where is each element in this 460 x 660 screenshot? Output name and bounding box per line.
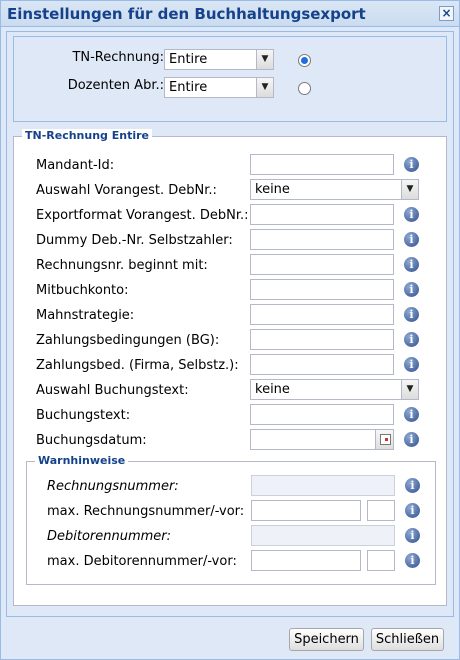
- auswahl-buchungstext-value: keine: [255, 382, 290, 397]
- save-button[interactable]: Speichern: [289, 628, 364, 651]
- tn-rechnung-select[interactable]: Entire ▼: [164, 49, 274, 70]
- warnhinweise-fieldset: Warnhinweise Rechnungsnummer: i max. Rec…: [26, 454, 436, 585]
- buchungsdatum-input[interactable]: [250, 429, 394, 450]
- rechnungsnr-input[interactable]: [250, 254, 394, 275]
- info-icon[interactable]: i: [404, 232, 419, 247]
- dummy-debnr-label: Dummy Deb.-Nr. Selbstzahler:: [36, 233, 233, 248]
- auswahl-buchungstext-label: Auswahl Buchungstext:: [36, 383, 189, 398]
- calendar-icon[interactable]: [375, 430, 393, 449]
- info-icon[interactable]: i: [404, 157, 419, 172]
- warnhinweise-legend: Warnhinweise: [35, 454, 129, 467]
- tn-rechnung-legend: TN-Rechnung Entire: [22, 129, 153, 142]
- info-icon[interactable]: i: [404, 332, 419, 347]
- buchungstext-input[interactable]: [250, 404, 394, 425]
- info-icon[interactable]: i: [404, 307, 419, 322]
- exportformat-label: Exportformat Vorangest. DebNr.:: [36, 208, 249, 223]
- chevron-down-icon[interactable]: ▼: [401, 180, 418, 199]
- dozenten-abr-select-value: Entire: [169, 80, 208, 95]
- info-icon[interactable]: i: [404, 207, 419, 222]
- mitbuchkonto-input[interactable]: [250, 279, 394, 300]
- mandant-id-input[interactable]: [250, 154, 394, 175]
- chevron-down-icon[interactable]: ▼: [401, 380, 418, 399]
- mahnstrategie-label: Mahnstrategie:: [36, 308, 135, 323]
- invoice-type-selection: TN-Rechnung: Entire ▼ Dozenten Abr.: Ent…: [13, 36, 447, 122]
- settings-dialog: Einstellungen für den Buchhaltungsexport…: [0, 0, 460, 660]
- auswahl-debnr-value: keine: [255, 182, 290, 197]
- mitbuchkonto-label: Mitbuchkonto:: [36, 283, 129, 298]
- zahlungsbed-firma-input[interactable]: [250, 354, 394, 375]
- chevron-down-icon[interactable]: ▼: [256, 50, 273, 69]
- info-icon[interactable]: i: [404, 257, 419, 272]
- max-debitorennummer-label: max. Debitorennummer/-vor:: [47, 554, 237, 569]
- max-rechnungsnummer-label: max. Rechnungsnummer/-vor:: [47, 504, 245, 519]
- rechnungsnr-label: Rechnungsnr. beginnt mit:: [36, 258, 208, 273]
- dozenten-abr-select[interactable]: Entire ▼: [164, 77, 274, 98]
- buchungstext-label: Buchungstext:: [36, 408, 131, 423]
- info-icon[interactable]: i: [405, 503, 420, 518]
- dummy-debnr-input[interactable]: [250, 229, 394, 250]
- close-icon[interactable]: ×: [439, 6, 454, 21]
- max-debitorennummer-vor-input[interactable]: [367, 550, 395, 571]
- zahlungsbed-bg-label: Zahlungsbedingungen (BG):: [36, 333, 220, 348]
- tn-rechnung-fieldset: TN-Rechnung Entire Mandant-Id: i Auswahl…: [13, 129, 447, 606]
- dozenten-abr-radio[interactable]: [298, 82, 311, 95]
- dozenten-abr-label: Dozenten Abr.:: [67, 78, 164, 93]
- mahnstrategie-input[interactable]: [250, 304, 394, 325]
- max-rechnungsnummer-vor-input[interactable]: [367, 500, 395, 521]
- close-button[interactable]: Schließen: [371, 628, 444, 651]
- buchungsdatum-label: Buchungsdatum:: [36, 433, 147, 448]
- info-icon[interactable]: i: [404, 357, 419, 372]
- info-icon[interactable]: i: [404, 407, 419, 422]
- dialog-titlebar: Einstellungen für den Buchhaltungsexport…: [1, 1, 459, 27]
- max-rechnungsnummer-input[interactable]: [251, 500, 361, 521]
- tn-rechnung-select-value: Entire: [169, 52, 208, 67]
- info-icon[interactable]: i: [404, 432, 419, 447]
- dialog-title: Einstellungen für den Buchhaltungsexport: [7, 5, 366, 23]
- dialog-body: TN-Rechnung: Entire ▼ Dozenten Abr.: Ent…: [6, 31, 454, 617]
- auswahl-buchungstext-select[interactable]: keine ▼: [250, 379, 419, 400]
- auswahl-debnr-select[interactable]: keine ▼: [250, 179, 419, 200]
- zahlungsbed-firma-label: Zahlungsbed. (Firma, Selbstz.):: [36, 358, 239, 373]
- tn-rechnung-radio[interactable]: [298, 54, 311, 67]
- auswahl-debnr-label: Auswahl Vorangest. DebNr.:: [36, 183, 217, 198]
- mandant-id-label: Mandant-Id:: [36, 158, 115, 173]
- info-icon[interactable]: i: [405, 528, 420, 543]
- chevron-down-icon[interactable]: ▼: [256, 78, 273, 97]
- debitorennummer-label: Debitorennummer:: [47, 529, 172, 544]
- info-icon[interactable]: i: [405, 553, 420, 568]
- tn-rechnung-label: TN-Rechnung:: [72, 50, 164, 65]
- zahlungsbed-bg-input[interactable]: [250, 329, 394, 350]
- info-icon[interactable]: i: [405, 478, 420, 493]
- rechnungsnummer-label: Rechnungsnummer:: [47, 479, 179, 494]
- rechnungsnummer-field: [251, 475, 395, 496]
- debitorennummer-field: [251, 525, 395, 546]
- info-icon[interactable]: i: [404, 282, 419, 297]
- max-debitorennummer-input[interactable]: [251, 550, 361, 571]
- exportformat-input[interactable]: [250, 204, 394, 225]
